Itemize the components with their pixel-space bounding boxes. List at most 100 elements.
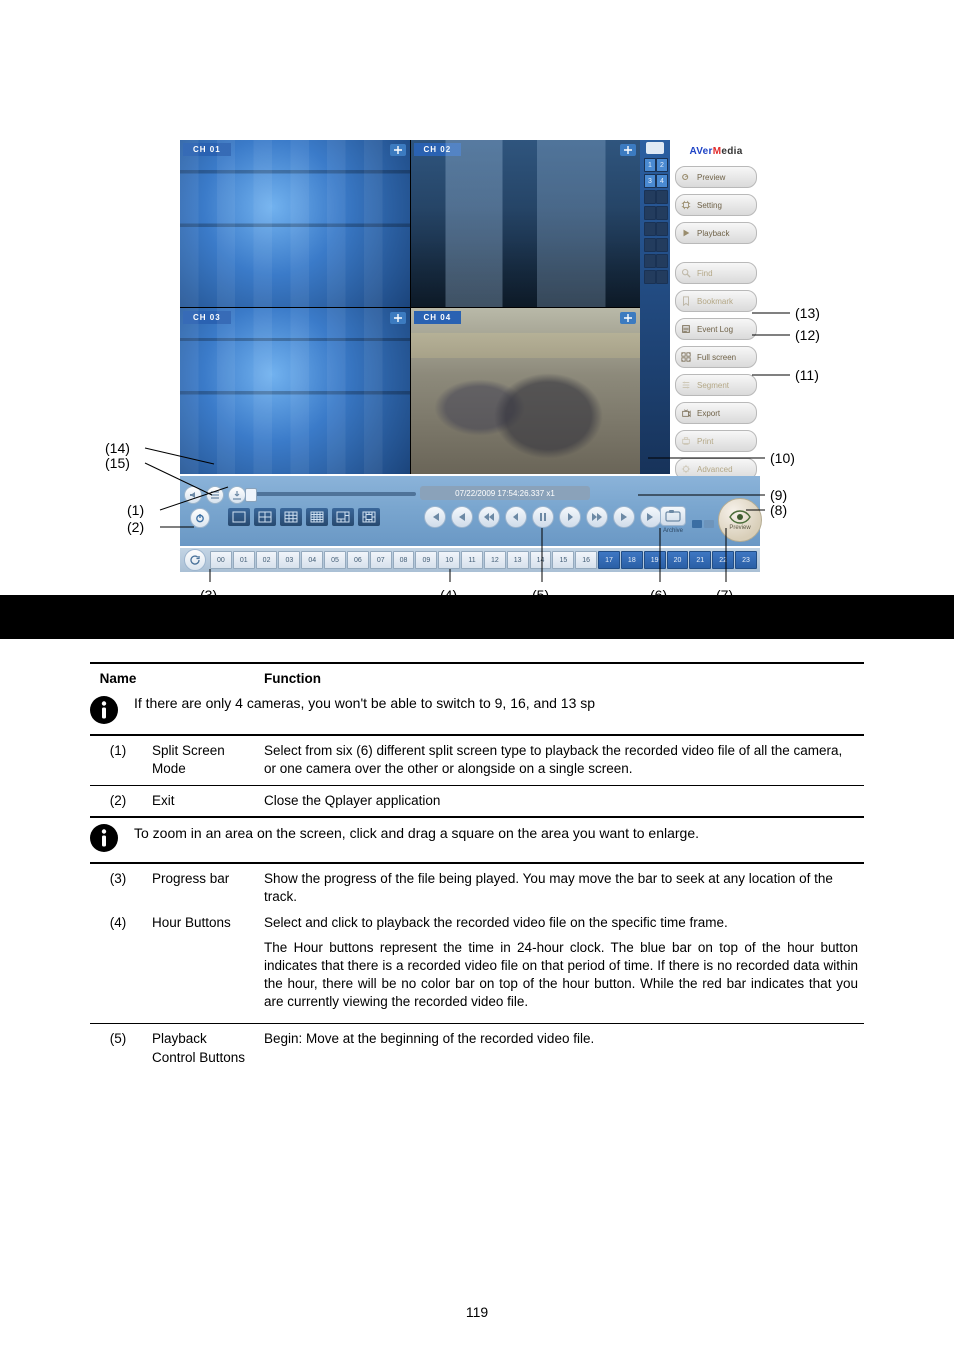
camera-select-13[interactable] bbox=[644, 254, 656, 268]
camera-2[interactable]: CH 02 bbox=[411, 140, 641, 307]
expand-icon[interactable] bbox=[390, 312, 406, 324]
hour-21[interactable]: 21 bbox=[689, 551, 711, 569]
panel-btn-playback[interactable]: Playback bbox=[675, 222, 757, 244]
callout-9: (9) bbox=[770, 487, 787, 503]
panel-btn-label: Export bbox=[697, 409, 720, 418]
hour-23[interactable]: 23 bbox=[735, 551, 757, 569]
hour-08[interactable]: 08 bbox=[393, 551, 415, 569]
camera-select-11[interactable] bbox=[644, 238, 656, 252]
panel-btn-label: Print bbox=[697, 437, 713, 446]
hour-04[interactable]: 04 bbox=[301, 551, 323, 569]
camera-3[interactable]: CH 03 bbox=[180, 308, 410, 475]
hour-07[interactable]: 07 bbox=[370, 551, 392, 569]
stepfwd-button[interactable] bbox=[559, 506, 581, 528]
exit-button[interactable] bbox=[190, 508, 210, 528]
panel-btn-print[interactable]: Print bbox=[675, 430, 757, 452]
camera-select-16[interactable] bbox=[656, 270, 668, 284]
hour-13[interactable]: 13 bbox=[507, 551, 529, 569]
panel-btn-preview[interactable]: Preview bbox=[675, 166, 757, 188]
mode-toggle[interactable] bbox=[692, 520, 714, 528]
archive-button[interactable]: Archive bbox=[658, 506, 688, 534]
sound-icon[interactable] bbox=[184, 486, 202, 504]
camera-select-10[interactable] bbox=[656, 222, 668, 236]
hour-18[interactable]: 18 bbox=[621, 551, 643, 569]
camera-select-7[interactable] bbox=[644, 206, 656, 220]
panel-btn-bookmark[interactable]: Bookmark bbox=[675, 290, 757, 312]
split-1[interactable] bbox=[228, 508, 250, 526]
begin-button[interactable] bbox=[424, 506, 446, 528]
camera-select-14[interactable] bbox=[656, 254, 668, 268]
panel-btn-segment[interactable]: Segment bbox=[675, 374, 757, 396]
panel-btn-export[interactable]: Export bbox=[675, 402, 757, 424]
hour-14[interactable]: 14 bbox=[530, 551, 552, 569]
pause-button[interactable] bbox=[532, 506, 554, 528]
progress-thumb[interactable] bbox=[245, 488, 257, 502]
preview-button[interactable]: Preview bbox=[718, 498, 762, 542]
row4-func2: The Hour buttons represent the time in 2… bbox=[264, 939, 858, 1012]
hour-02[interactable]: 02 bbox=[256, 551, 278, 569]
prev-button[interactable] bbox=[451, 506, 473, 528]
expand-icon[interactable] bbox=[620, 144, 636, 156]
callout-2: (2) bbox=[127, 519, 144, 535]
camera-select-3[interactable]: 3 bbox=[644, 174, 656, 188]
rewind-button[interactable] bbox=[478, 506, 500, 528]
fastfwd-button[interactable] bbox=[586, 506, 608, 528]
hour-00[interactable]: 00 bbox=[210, 551, 232, 569]
camera-4[interactable]: CH 04 bbox=[411, 308, 641, 475]
panel-btn-label: Playback bbox=[697, 229, 729, 238]
panel-btn-find[interactable]: Find bbox=[675, 262, 757, 284]
stepback-button[interactable] bbox=[505, 506, 527, 528]
next-button[interactable] bbox=[613, 506, 635, 528]
hour-12[interactable]: 12 bbox=[484, 551, 506, 569]
hour-11[interactable]: 11 bbox=[461, 551, 483, 569]
camera-select-12[interactable] bbox=[656, 238, 668, 252]
advanced-icon bbox=[679, 462, 693, 476]
split-16[interactable] bbox=[306, 508, 328, 526]
setting-icon bbox=[679, 198, 693, 212]
camera-selector[interactable]: /* cells generated below */ 1234 bbox=[640, 140, 670, 474]
progress-bar[interactable] bbox=[248, 492, 416, 496]
ch-label-4: CH 04 bbox=[414, 311, 462, 324]
camera-select-15[interactable] bbox=[644, 270, 656, 284]
ch-label-2: CH 02 bbox=[414, 143, 462, 156]
hour-19[interactable]: 19 bbox=[644, 551, 666, 569]
camera-select-8[interactable] bbox=[656, 206, 668, 220]
camera-select-9[interactable] bbox=[644, 222, 656, 236]
playback-icon bbox=[679, 226, 693, 240]
camera-select-6[interactable] bbox=[656, 190, 668, 204]
hour-03[interactable]: 03 bbox=[278, 551, 300, 569]
hour-22[interactable]: 22 bbox=[712, 551, 734, 569]
panel-btn-full-screen[interactable]: Full screen bbox=[675, 346, 757, 368]
panel-btn-label: Segment bbox=[697, 381, 729, 390]
hour-17[interactable]: 17 bbox=[598, 551, 620, 569]
hour-06[interactable]: 06 bbox=[347, 551, 369, 569]
expand-icon[interactable] bbox=[390, 144, 406, 156]
split-13[interactable] bbox=[358, 508, 380, 526]
split-4[interactable] bbox=[254, 508, 276, 526]
refresh-button[interactable] bbox=[184, 549, 206, 571]
panel-btn-setting[interactable]: Setting bbox=[675, 194, 757, 216]
camera-1[interactable]: CH 01 bbox=[180, 140, 410, 307]
row5-name: Playback Control Buttons bbox=[146, 1026, 258, 1070]
split-8[interactable] bbox=[332, 508, 354, 526]
side-panel: AVerMedia PreviewSettingPlaybackFindBook… bbox=[672, 140, 760, 474]
hour-05[interactable]: 05 bbox=[324, 551, 346, 569]
hour-15[interactable]: 15 bbox=[552, 551, 574, 569]
panel-btn-event-log[interactable]: Event Log bbox=[675, 318, 757, 340]
split-9[interactable] bbox=[280, 508, 302, 526]
callout-14: (14) bbox=[105, 440, 130, 456]
camera-select-5[interactable] bbox=[644, 190, 656, 204]
download-icon[interactable] bbox=[228, 486, 246, 504]
camera-select-4[interactable]: 4 bbox=[656, 174, 668, 188]
hour-10[interactable]: 10 bbox=[438, 551, 460, 569]
camera-select-1[interactable]: 1 bbox=[644, 158, 656, 172]
camera-select-2[interactable]: 2 bbox=[656, 158, 668, 172]
panel-btn-label: Event Log bbox=[697, 325, 733, 334]
expand-icon[interactable] bbox=[620, 312, 636, 324]
hour-20[interactable]: 20 bbox=[667, 551, 689, 569]
deinterlace-icon[interactable] bbox=[206, 486, 224, 504]
hour-09[interactable]: 09 bbox=[415, 551, 437, 569]
hour-16[interactable]: 16 bbox=[575, 551, 597, 569]
hour-01[interactable]: 01 bbox=[233, 551, 255, 569]
callout-15: (15) bbox=[105, 455, 130, 471]
